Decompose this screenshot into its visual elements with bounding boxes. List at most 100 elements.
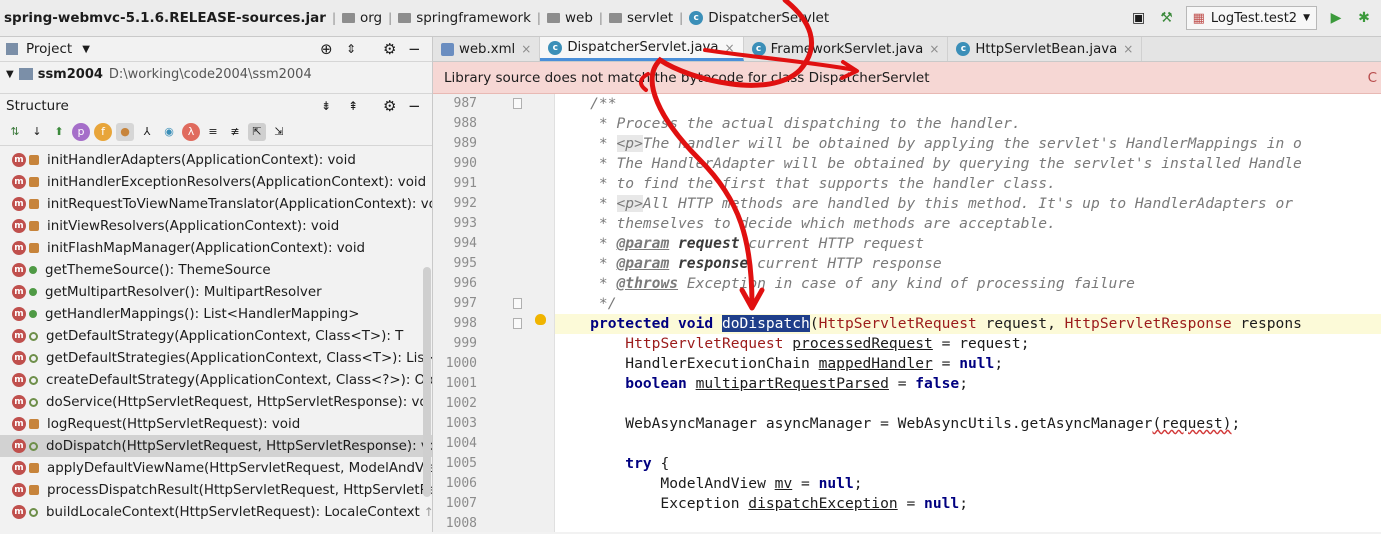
- gear-icon[interactable]: ⚙: [383, 40, 396, 58]
- code-text: @param: [616, 235, 670, 252]
- run-dashboard-icon[interactable]: ▣: [1130, 9, 1148, 27]
- breadcrumb-web[interactable]: web: [565, 10, 593, 26]
- chevron-down-icon[interactable]: ▼: [82, 44, 90, 55]
- structure-member[interactable]: m buildLocaleContext(HttpServletRequest):…: [0, 501, 432, 523]
- collapse-icon[interactable]: ⇕: [346, 42, 356, 56]
- show-non-public-icon[interactable]: ●: [116, 122, 134, 141]
- code-text: false: [915, 375, 960, 392]
- editor-gutter[interactable]: 987 988 989 990 991 992 993 994 995 996 997 998 999 1…: [433, 94, 555, 532]
- line-number: 992: [453, 196, 477, 211]
- structure-member[interactable]: m initHandlerAdapters(ApplicationContext)…: [0, 149, 432, 171]
- structure-member[interactable]: m getDefaultStrategies(ApplicationContext…: [0, 347, 432, 369]
- structure-member[interactable]: m processDispatchResult(HttpServletReques…: [0, 479, 432, 501]
- expand-all-icon[interactable]: ⇟: [321, 99, 331, 113]
- build-hammer-icon[interactable]: ⚒: [1158, 9, 1176, 27]
- choose-sources-link[interactable]: C: [1368, 70, 1377, 86]
- structure-member[interactable]: m doDispatch(HttpServletRequest, HttpServ…: [0, 435, 432, 457]
- breadcrumb-servlet[interactable]: servlet: [627, 10, 673, 26]
- project-root-row[interactable]: ▼ ssm2004 D:\working\code2004\ssm2004: [0, 62, 432, 86]
- structure-member[interactable]: m getThemeSource(): ThemeSource: [0, 259, 432, 281]
- member-signature: getThemeSource(): ThemeSource: [45, 262, 271, 278]
- gear-icon[interactable]: ⚙: [383, 97, 396, 115]
- code-text: *: [555, 235, 617, 252]
- structure-scrollbar[interactable]: [423, 267, 431, 497]
- breadcrumb-springframework[interactable]: springframework: [416, 10, 531, 26]
- private-lock-icon: [29, 419, 39, 429]
- line-number: 1008: [445, 516, 477, 531]
- hide-icon[interactable]: −: [408, 97, 421, 115]
- code-line: * The HandlerAdapter will be obtained by…: [555, 154, 1381, 174]
- fold-icon[interactable]: [513, 98, 522, 109]
- line-number: 1006: [445, 476, 477, 491]
- sort-visibility-icon[interactable]: ⇅: [6, 123, 24, 141]
- show-interfaces-icon[interactable]: ◉: [160, 123, 178, 141]
- structure-member[interactable]: m getMultipartResolver(): MultipartResolv…: [0, 281, 432, 303]
- class-icon: c: [548, 40, 563, 55]
- run-configuration-select[interactable]: ▦ LogTest.test2 ▼: [1185, 6, 1317, 30]
- breadcrumb-org[interactable]: org: [360, 10, 382, 26]
- autoscroll-to-source-icon[interactable]: ⇱: [248, 122, 266, 141]
- private-lock-icon: [29, 199, 39, 209]
- code-text: boolean: [625, 375, 687, 392]
- show-lambdas-icon[interactable]: λ: [182, 122, 200, 141]
- line-number: 987: [453, 96, 477, 111]
- close-icon[interactable]: ×: [725, 41, 735, 55]
- code-text: =: [888, 375, 916, 392]
- sort-alpha-icon[interactable]: ↓: [28, 123, 46, 141]
- breadcrumb-jar[interactable]: spring-webmvc-5.1.6.RELEASE-sources.jar: [4, 10, 326, 26]
- debug-icon[interactable]: ✱: [1355, 9, 1373, 27]
- breadcrumb-class[interactable]: DispatcherServlet: [708, 10, 829, 26]
- code-line-current: protected void doDispatch(HttpServletReq…: [555, 314, 1381, 334]
- show-anonymous-icon[interactable]: ⅄: [138, 123, 156, 141]
- method-icon: m: [12, 505, 26, 519]
- structure-member[interactable]: m logRequest(HttpServletRequest): void: [0, 413, 432, 435]
- show-fields-icon[interactable]: f: [94, 122, 112, 141]
- line-number: 1004: [445, 436, 477, 451]
- show-properties-icon[interactable]: p: [72, 122, 90, 141]
- line-number: 1000: [445, 356, 477, 371]
- close-icon[interactable]: ×: [1123, 42, 1133, 56]
- fold-icon[interactable]: [513, 298, 522, 309]
- code-text: null: [959, 355, 995, 372]
- code-editor[interactable]: /** * Process the actual dispatching to …: [555, 94, 1381, 532]
- hide-icon[interactable]: −: [408, 40, 421, 58]
- collapse-icon[interactable]: ≢: [226, 123, 244, 141]
- structure-member[interactable]: m createDefaultStrategy(ApplicationContex…: [0, 369, 432, 391]
- structure-member[interactable]: m initFlashMapManager(ApplicationContext)…: [0, 237, 432, 259]
- tab-frameworkservlet[interactable]: c FrameworkServlet.java ×: [744, 37, 949, 61]
- structure-member[interactable]: m initHandlerExceptionResolvers(Applicati…: [0, 171, 432, 193]
- project-root-name: ssm2004: [37, 66, 103, 82]
- structure-member[interactable]: m getDefaultStrategy(ApplicationContext, …: [0, 325, 432, 347]
- close-icon[interactable]: ×: [521, 42, 531, 56]
- public-icon: [29, 266, 37, 274]
- chevron-down-icon[interactable]: ▼: [6, 69, 14, 80]
- code-text: respons: [1231, 315, 1302, 332]
- run-icon[interactable]: ▶: [1327, 9, 1345, 27]
- show-inherited-icon[interactable]: ⬆: [50, 123, 68, 141]
- code-text: All HTTP methods are handled by this met…: [642, 195, 1294, 212]
- structure-member[interactable]: m doService(HttpServletRequest, HttpServl…: [0, 391, 432, 413]
- lightbulb-icon[interactable]: [535, 314, 546, 325]
- tab-dispatcherservlet[interactable]: c DispatcherServlet.java ×: [540, 37, 744, 61]
- expand-icon[interactable]: ≡: [204, 123, 222, 141]
- structure-member[interactable]: m applyDefaultViewName(HttpServletRequest…: [0, 457, 432, 479]
- tab-httpservletbean[interactable]: c HttpServletBean.java ×: [948, 37, 1143, 61]
- tab-web-xml[interactable]: web.xml ×: [433, 37, 541, 61]
- structure-member[interactable]: m initViewResolvers(ApplicationContext): …: [0, 215, 432, 237]
- locate-icon[interactable]: ⊕: [320, 40, 333, 58]
- code-line: * @param response current HTTP response: [555, 254, 1381, 274]
- folder-icon: [341, 13, 355, 23]
- collapse-all-icon[interactable]: ⇞: [348, 99, 358, 113]
- code-text: <p>: [616, 135, 643, 152]
- fold-icon[interactable]: [513, 318, 522, 329]
- autoscroll-from-source-icon[interactable]: ⇲: [270, 123, 288, 141]
- structure-member[interactable]: m initRequestToViewNameTranslator(Applica…: [0, 193, 432, 215]
- structure-panel-header: Structure ⇟ ⇞ ⚙ −: [0, 93, 432, 117]
- structure-member[interactable]: m getHandlerMappings(): List<HandlerMappi…: [0, 303, 432, 325]
- project-view-select[interactable]: Project: [26, 41, 72, 57]
- close-icon[interactable]: ×: [929, 42, 939, 56]
- selected-method-name[interactable]: doDispatch: [721, 315, 810, 332]
- code-text: ;: [959, 495, 968, 512]
- code-text: ;: [959, 375, 968, 392]
- method-icon: m: [12, 153, 26, 167]
